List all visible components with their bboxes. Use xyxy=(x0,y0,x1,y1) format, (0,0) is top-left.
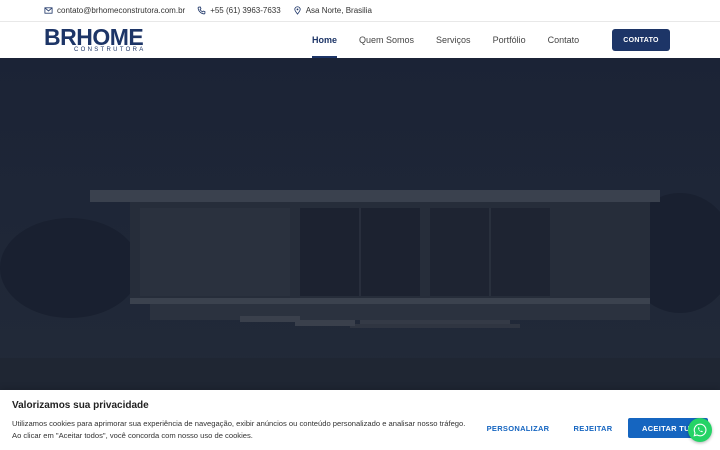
site-header: BRHOME CONSTRUTORA Home Quem Somos Servi… xyxy=(0,22,720,58)
whatsapp-button[interactable] xyxy=(688,418,712,442)
nav-portfolio[interactable]: Portfólio xyxy=(493,22,526,58)
phone-icon xyxy=(197,6,206,15)
top-contact-bar: contato@brhomeconstrutora.com.br +55 (61… xyxy=(0,0,720,22)
hero-house-illustration xyxy=(0,58,720,390)
whatsapp-icon xyxy=(693,423,707,437)
email-contact[interactable]: contato@brhomeconstrutora.com.br xyxy=(44,6,185,15)
logo-wordmark: BRHOME xyxy=(44,24,144,50)
reject-cookies-button[interactable]: REJEITAR xyxy=(568,418,618,438)
contato-button[interactable]: CONTATO xyxy=(612,29,670,51)
customize-cookies-button[interactable]: PERSONALIZAR xyxy=(484,418,552,438)
nav-home[interactable]: Home xyxy=(312,22,338,58)
hero-banner xyxy=(0,58,720,390)
cookie-text: Utilizamos cookies para aprimorar sua ex… xyxy=(12,419,466,440)
email-text: contato@brhomeconstrutora.com.br xyxy=(57,6,186,15)
logo-subtitle: CONSTRUTORA xyxy=(74,47,146,53)
location-pin-icon xyxy=(294,6,301,15)
cookie-title: Valorizamos sua privacidade xyxy=(12,400,149,411)
nav-quem-somos[interactable]: Quem Somos xyxy=(359,22,414,58)
phone-text: +55 (61) 3963-7633 xyxy=(210,6,281,15)
brhome-logo[interactable]: BRHOME CONSTRUTORA xyxy=(44,26,144,54)
location-contact: Asa Norte, Brasilia xyxy=(293,6,372,15)
nav-servicos[interactable]: Serviços xyxy=(436,22,471,58)
nav-contato[interactable]: Contato xyxy=(548,22,580,58)
envelope-icon xyxy=(44,7,53,14)
cookie-consent-banner: Valorizamos sua privacidade Utilizamos c… xyxy=(0,390,720,450)
main-nav: Home Quem Somos Serviços Portfólio Conta… xyxy=(312,22,601,58)
phone-contact[interactable]: +55 (61) 3963-7633 xyxy=(197,6,281,15)
location-text: Asa Norte, Brasilia xyxy=(305,6,372,15)
